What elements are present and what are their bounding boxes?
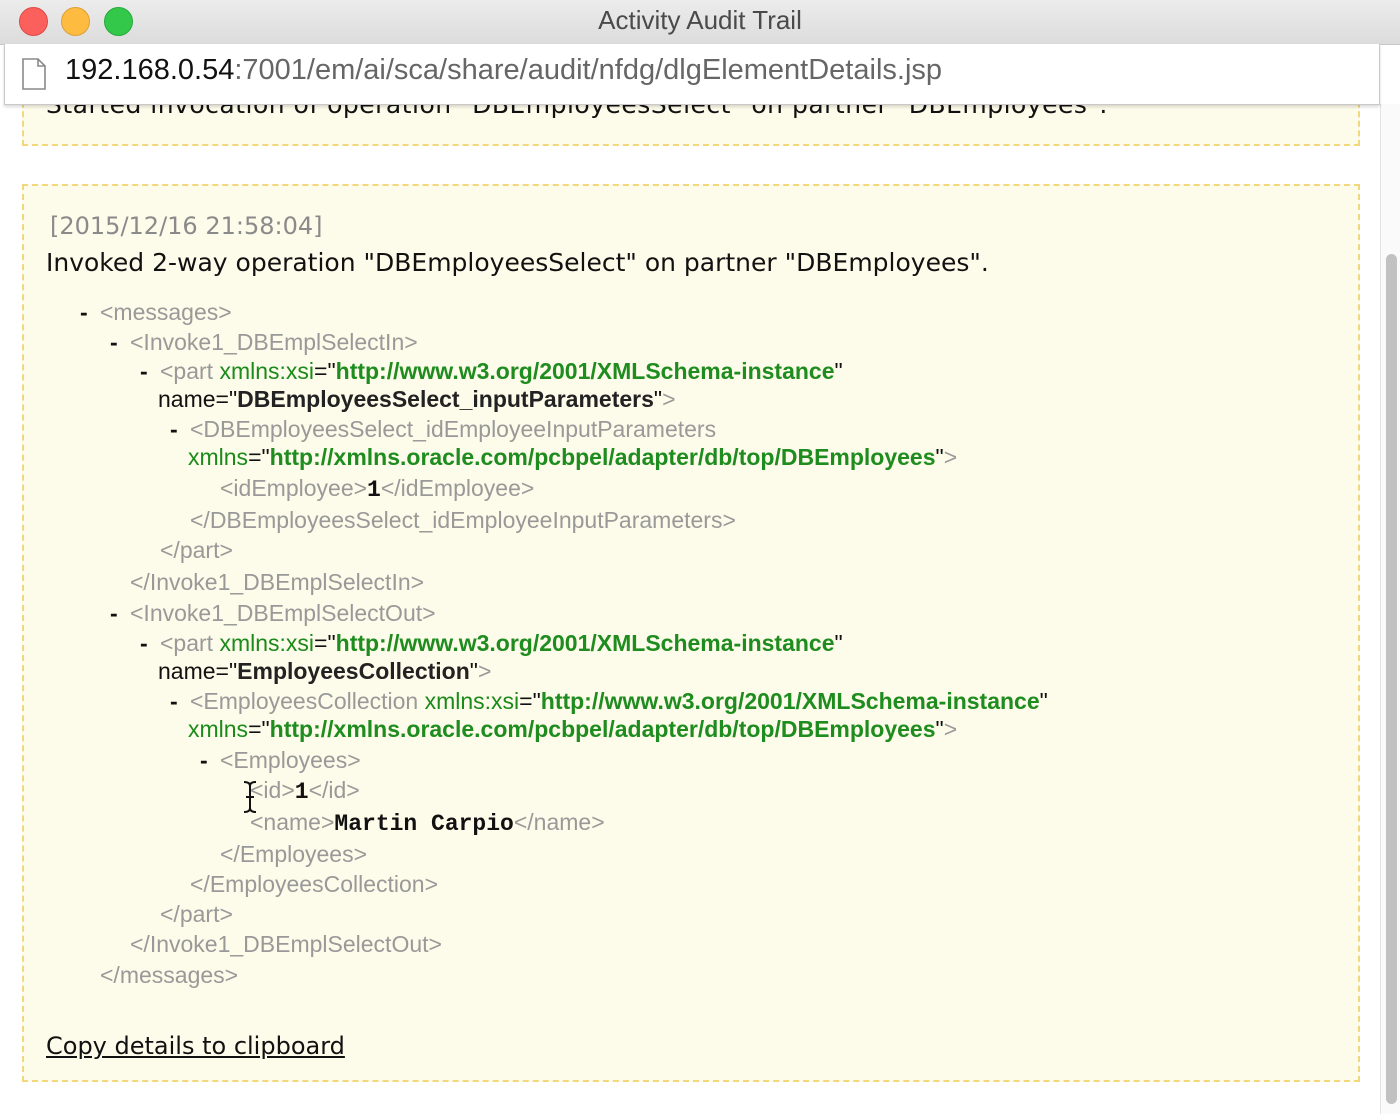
vertical-scrollbar[interactable] <box>1380 104 1400 1114</box>
xml-line: </part> <box>160 537 233 563</box>
url-host: 192.168.0.54 <box>65 54 235 86</box>
collapse-toggle[interactable]: - <box>170 415 190 443</box>
xml-line: name="EmployeesCollection"> <box>158 658 492 684</box>
xml-line: - <EmployeesCollection xmlns:xsi="http://… <box>170 687 1048 715</box>
xml-line: - <DBEmployeesSelect_idEmployeeInputParam… <box>170 415 717 443</box>
event-timestamp: [2015/12/16 21:58:04] <box>50 212 323 240</box>
xml-line: <id>1</id> <box>250 777 360 805</box>
audit-event: [2015/12/16 21:58:04] Invoked 2-way oper… <box>22 184 1360 1082</box>
xml-line: xmlns="http://xmlns.oracle.com/pcbpel/ad… <box>188 444 958 470</box>
xml-line: - <Employees> <box>200 746 361 774</box>
xml-line: </Invoke1_DBEmplSelectOut> <box>130 931 442 957</box>
xml-line: </part> <box>160 901 233 927</box>
xml-line: - <part xmlns:xsi="http://www.w3.org/2001… <box>140 629 843 657</box>
xml-line: name="DBEmployeesSelect_inputParameters"… <box>158 386 676 412</box>
xml-line: <name>Martin Carpio</name> <box>250 809 605 837</box>
xml-line: - <messages> <box>80 298 232 326</box>
window-title: Activity Audit Trail <box>598 5 802 35</box>
collapse-toggle[interactable]: - <box>140 357 160 385</box>
audit-content: Started invocation of operation "DBEmplo… <box>0 104 1380 1114</box>
window-titlebar: Activity Audit Trail <box>0 0 1400 45</box>
collapse-toggle[interactable]: - <box>170 687 190 715</box>
collapse-toggle[interactable]: - <box>140 629 160 657</box>
text-cursor-icon <box>243 781 257 813</box>
xml-line: </DBEmployeesSelect_idEmployeeInputParam… <box>190 507 736 533</box>
event-message: Invoked 2-way operation "DBEmployeesSele… <box>46 248 989 277</box>
xml-line: </messages> <box>100 962 239 988</box>
xml-line: </EmployeesCollection> <box>190 871 439 897</box>
xml-line: </Invoke1_DBEmplSelectIn> <box>130 569 425 595</box>
url-path: :7001/em/ai/sca/share/audit/nfdg/dlgElem… <box>234 54 943 86</box>
xml-line: xmlns="http://xmlns.oracle.com/pcbpel/ad… <box>188 716 958 742</box>
xml-line: </Employees> <box>220 841 368 867</box>
collapse-toggle[interactable]: - <box>110 599 130 627</box>
url-text[interactable]: 192.168.0.54:7001/em/ai/sca/share/audit/… <box>65 54 942 87</box>
document-icon <box>22 58 46 90</box>
copy-details-link[interactable]: Copy details to clipboard <box>46 1032 345 1060</box>
address-bar[interactable]: 192.168.0.54:7001/em/ai/sca/share/audit/… <box>4 44 1380 105</box>
collapse-toggle[interactable]: - <box>80 298 100 326</box>
audit-event-previous: Started invocation of operation "DBEmplo… <box>22 104 1360 146</box>
xml-line: - <part xmlns:xsi="http://www.w3.org/2001… <box>140 357 843 385</box>
xml-line: - <Invoke1_DBEmplSelectOut> <box>110 599 436 627</box>
event-message-previous: Started invocation of operation "DBEmplo… <box>46 104 1108 119</box>
scrollbar-thumb[interactable] <box>1386 254 1397 1104</box>
collapse-toggle[interactable]: - <box>200 746 220 774</box>
collapse-toggle[interactable]: - <box>110 328 130 356</box>
xml-line: <idEmployee>1</idEmployee> <box>220 475 535 503</box>
xml-line: - <Invoke1_DBEmplSelectIn> <box>110 328 418 356</box>
